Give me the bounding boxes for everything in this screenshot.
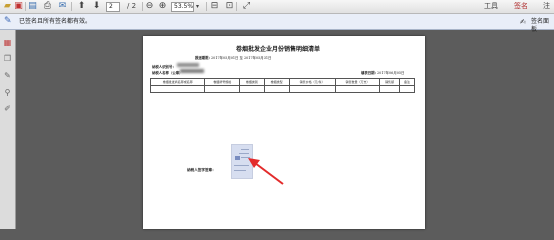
- signature-text-line: [234, 165, 249, 166]
- digital-signature-field[interactable]: [231, 144, 253, 179]
- toolbar: ▰ ▣ ▤ ⎙ ✉ ⬆ ⬇ 2 / 2 ⊖ ⊕ 53.5% ▾ ⊟ ⊡ ⤢ 工具…: [0, 0, 554, 14]
- table-header-cell: 销售数量（万支）: [334, 78, 381, 86]
- sales-detail-table: 卷烟批发商名称或名称 卷烟牌号规格 卷烟类别 卷烟类型 销售价格（元/条） 销售…: [149, 78, 415, 93]
- zoom-dropdown-chevron-icon[interactable]: ▾: [193, 2, 202, 11]
- zoom-in-icon[interactable]: ⊕: [158, 2, 167, 11]
- print-icon[interactable]: ⎙: [43, 2, 52, 11]
- page-number-input[interactable]: 2: [106, 2, 120, 12]
- bookmarks-icon[interactable]: ❐: [3, 54, 12, 63]
- taxpayer-id-label: 纳税人识别号：: [152, 65, 176, 69]
- taxpayer-name-label: 纳税人名称（公章）: [152, 71, 183, 75]
- signature-status-bar: ✎ 已签名且所有签名都有效。 ✍ 签名面板: [0, 14, 554, 33]
- table-cell: [204, 85, 241, 93]
- create-pdf-icon[interactable]: ▣: [14, 2, 23, 11]
- document-title: 卷烟批发企业月份销售明细清单: [236, 46, 321, 53]
- table-cell: [263, 85, 290, 93]
- redacted-taxpayer-id: [177, 63, 199, 67]
- redacted-taxpayer-name: [180, 69, 204, 73]
- signature-seal-mark: [235, 156, 240, 160]
- zoom-out-icon[interactable]: ⊖: [145, 2, 154, 11]
- toolbar-divider: [71, 2, 72, 11]
- table-cell: [239, 85, 265, 93]
- table-cell: [379, 85, 401, 93]
- open-folder-icon[interactable]: ▰: [3, 2, 12, 11]
- signature-panel-button[interactable]: 签名面板: [531, 18, 554, 34]
- signature-text-line: [234, 170, 246, 171]
- toolbar-divider: [206, 2, 207, 11]
- navigation-panel: ▦ ❐ ✎ ⚲ ✐: [0, 30, 16, 229]
- fullscreen-icon[interactable]: ⤢: [242, 2, 251, 11]
- table-cell: [149, 85, 206, 93]
- table-row: [149, 85, 415, 93]
- tab-comment[interactable]: 注: [543, 2, 550, 11]
- save-icon[interactable]: ▤: [28, 2, 37, 11]
- table-header-cell: 备注: [399, 78, 415, 86]
- tab-tools[interactable]: 工具: [484, 2, 498, 11]
- signature-pen-icon: ✎: [4, 16, 12, 26]
- attachments-icon[interactable]: ✎: [3, 71, 12, 80]
- table-header-cell: 销售价格（元/条）: [288, 78, 336, 86]
- table-cell: [288, 85, 336, 93]
- toolbar-divider: [142, 2, 143, 11]
- email-icon[interactable]: ✉: [58, 2, 67, 11]
- page-thumbnails-icon[interactable]: ▦: [3, 38, 12, 47]
- table-header-cell: 卷烟类型: [263, 78, 290, 86]
- signature-text-line: [239, 153, 249, 154]
- table-cell: [334, 85, 381, 93]
- signature-status-message: 已签名且所有签名都有效。: [19, 18, 92, 25]
- page-up-icon[interactable]: ⬆: [77, 2, 86, 11]
- signature-panel-icon[interactable]: ✍: [520, 18, 526, 26]
- page-down-icon[interactable]: ⬇: [92, 2, 101, 11]
- document-page: 卷烟批发企业月份销售明细清单 报送期限： 2017年05月01日 至 2017年…: [143, 36, 425, 229]
- fill-date-label: 填表日期：: [361, 71, 378, 75]
- page-total-label: / 2: [127, 2, 137, 10]
- toolbar-divider: [25, 2, 26, 11]
- table-header-cell: 卷烟批发商名称或名称: [149, 78, 206, 86]
- signature-label: 纳税人签字签章：: [187, 168, 216, 172]
- fit-width-icon[interactable]: ⊟: [210, 2, 219, 11]
- table-header-cell: 卷烟类别: [239, 78, 265, 86]
- signature-text-line: [241, 157, 250, 158]
- signatures-panel-icon[interactable]: ✐: [3, 104, 12, 113]
- signature-text-line: [241, 149, 249, 150]
- zoom-level-select[interactable]: 53.5%: [171, 2, 194, 12]
- fit-page-icon[interactable]: ⊡: [225, 2, 234, 11]
- search-binoculars-icon[interactable]: ⚲: [3, 88, 12, 97]
- table-header-row: 卷烟批发商名称或名称 卷烟牌号规格 卷烟类别 卷烟类型 销售价格（元/条） 销售…: [149, 78, 415, 86]
- table-header-cell: 卷烟牌号规格: [204, 78, 241, 86]
- tab-sign[interactable]: 签名: [514, 2, 528, 11]
- table-cell: [399, 85, 415, 93]
- period-label: 报送期限：: [195, 56, 212, 60]
- period-value: 2017年05月01日 至 2017年05月31日: [211, 56, 272, 60]
- toolbar-divider: [236, 2, 237, 11]
- fill-date-value: 2017年06月05日: [377, 71, 405, 75]
- table-header-cell: 销售额: [379, 78, 401, 86]
